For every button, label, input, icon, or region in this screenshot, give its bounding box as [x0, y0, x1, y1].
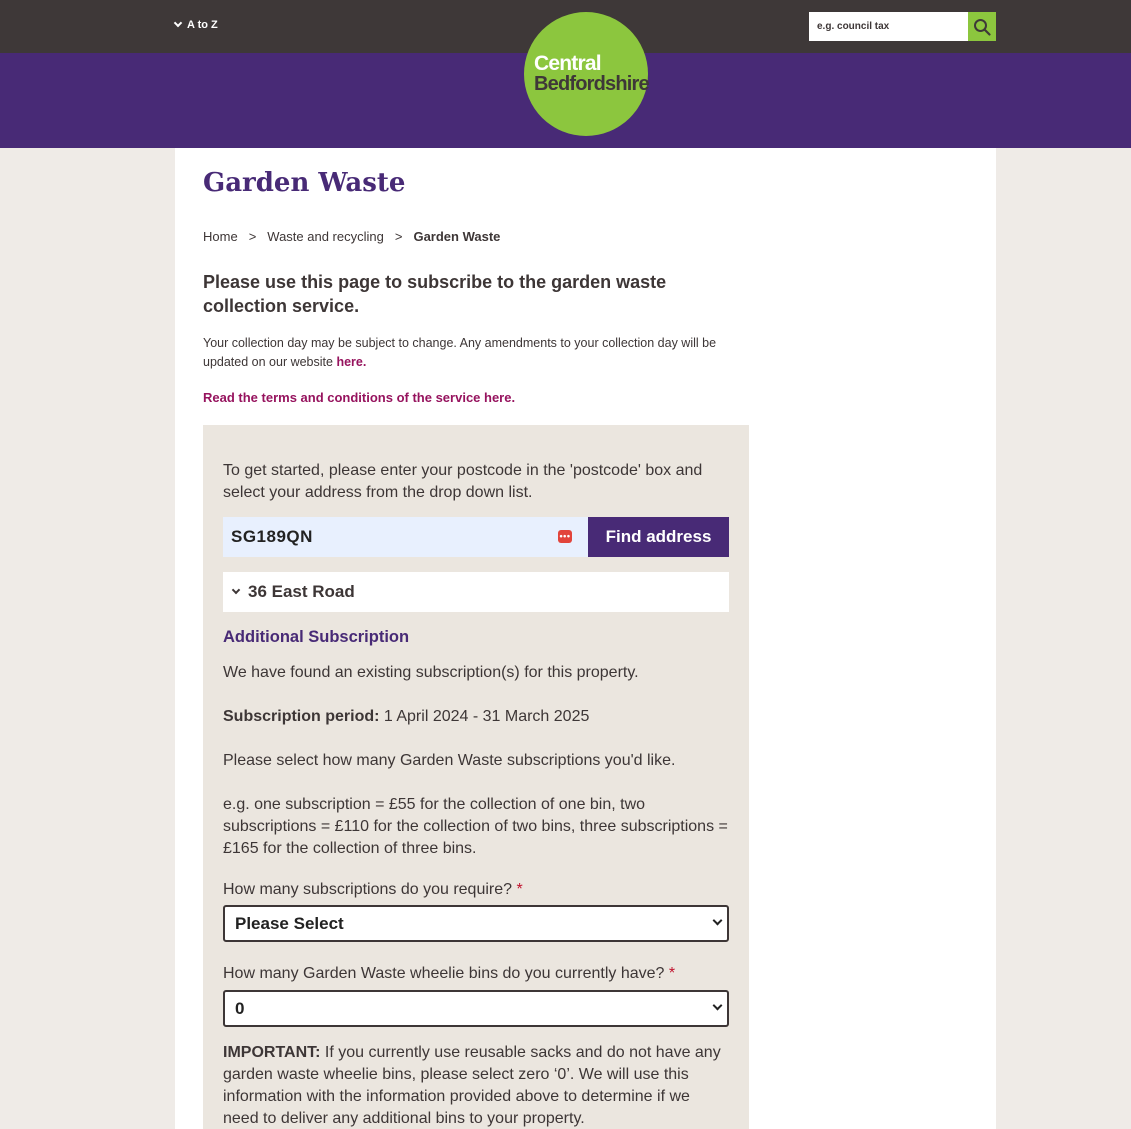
council-logo[interactable]: Central Bedfordshire	[524, 12, 650, 136]
chevron-down-icon	[712, 1000, 723, 1011]
note-text: Your collection day may be subject to ch…	[203, 336, 717, 369]
subscriptions-select[interactable]: Please Select	[223, 905, 729, 942]
logo-line-2: Bedfordshire	[534, 73, 650, 95]
page-title: Garden Waste	[203, 168, 406, 198]
breadcrumb: Home > Waste and recycling > Garden Wast…	[203, 229, 500, 244]
required-marker: *	[516, 881, 523, 898]
a-to-z-menu[interactable]: A to Z	[173, 18, 218, 31]
site-search	[809, 12, 996, 41]
postcode-value: SG189QN	[231, 527, 313, 546]
chevron-down-icon	[173, 18, 183, 28]
search-input[interactable]	[809, 12, 968, 41]
period-label: Subscription period:	[223, 708, 380, 725]
terms-link[interactable]: Read the terms and conditions of the ser…	[203, 390, 515, 405]
chevron-down-icon	[712, 915, 723, 926]
postcode-input[interactable]: SG189QN •••	[223, 517, 588, 557]
section-heading: Additional Subscription	[223, 628, 410, 646]
subscription-form: To get started, please enter your postco…	[203, 425, 749, 1129]
subscriptions-label: How many subscriptions do you require? *	[223, 881, 523, 899]
bins-label-text: How many Garden Waste wheelie bins do yo…	[223, 965, 665, 982]
search-button[interactable]	[968, 12, 996, 41]
important-label: IMPORTANT:	[223, 1044, 321, 1061]
address-value: 36 East Road	[248, 582, 355, 601]
required-marker: *	[668, 965, 676, 982]
search-icon	[974, 18, 991, 36]
important-note: IMPORTANT: If you currently use reusable…	[223, 1042, 729, 1129]
period-value: 1 April 2024 - 31 March 2025	[379, 708, 590, 725]
intro-heading: Please use this page to subscribe to the…	[203, 272, 667, 316]
find-address-button[interactable]: Find address	[588, 517, 729, 557]
chevron-down-icon	[231, 585, 241, 595]
existing-subscription-text: We have found an existing subscription(s…	[223, 664, 639, 681]
form-instructions: To get started, please enter your postco…	[223, 462, 703, 501]
a-to-z-label: A to Z	[187, 19, 218, 31]
breadcrumb-home[interactable]: Home	[203, 229, 238, 244]
subscriptions-select-value: Please Select	[235, 913, 344, 933]
pricing-example: e.g. one subscription = £55 for the coll…	[223, 796, 728, 857]
address-dropdown[interactable]: 36 East Road	[223, 572, 729, 612]
breadcrumb-separator: >	[248, 229, 257, 244]
breadcrumb-current: Garden Waste	[413, 229, 501, 244]
breadcrumb-waste-recycling[interactable]: Waste and recycling	[267, 229, 384, 244]
subscriptions-label-text: How many subscriptions do you require?	[223, 881, 513, 898]
subscription-period: Subscription period: 1 April 2024 - 31 M…	[223, 706, 729, 728]
breadcrumb-separator: >	[394, 229, 403, 244]
bins-select[interactable]: 0	[223, 990, 729, 1027]
collection-day-note: Your collection day may be subject to ch…	[203, 334, 753, 372]
bins-label: How many Garden Waste wheelie bins do yo…	[223, 965, 675, 983]
select-prompt: Please select how many Garden Waste subs…	[223, 752, 676, 769]
main-content: Garden Waste Home > Waste and recycling …	[175, 148, 996, 1129]
logo-line-1: Central	[534, 52, 602, 75]
website-link[interactable]: here.	[336, 355, 366, 369]
bins-select-value: 0	[235, 998, 245, 1018]
autofill-icon[interactable]: •••	[558, 530, 572, 543]
